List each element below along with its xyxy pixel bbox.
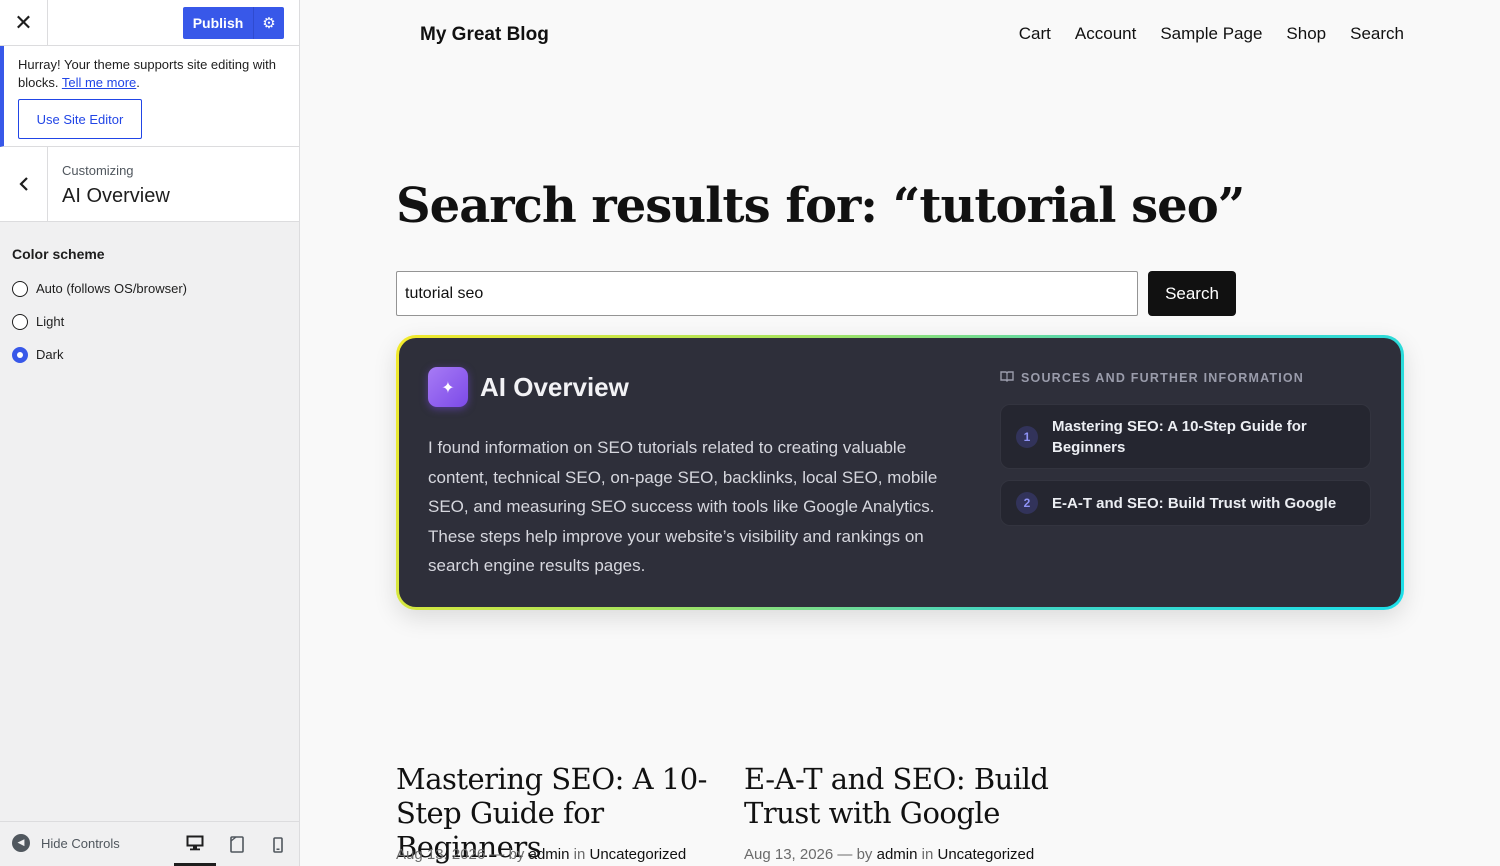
- radio-option-light[interactable]: Light: [12, 305, 287, 338]
- color-scheme-label: Color scheme: [12, 246, 105, 262]
- ai-overview-card: ✦ AI Overview I found information on SEO…: [396, 335, 1404, 610]
- search-results-heading: Search results for: “tutorial seo”: [396, 178, 1245, 234]
- source-number: 2: [1016, 492, 1038, 514]
- main-nav: Cart Account Sample Page Shop Search: [1019, 24, 1404, 44]
- customizing-label: Customizing: [62, 163, 134, 178]
- post-author[interactable]: admin: [529, 846, 570, 863]
- publish-settings-button[interactable]: ⚙: [253, 7, 284, 39]
- site-title[interactable]: My Great Blog: [420, 24, 549, 46]
- ai-overview-card-inner: ✦ AI Overview I found information on SEO…: [399, 338, 1401, 607]
- post-in: in: [573, 846, 586, 863]
- post-date[interactable]: Aug 13, 2026: [396, 846, 485, 863]
- publish-button[interactable]: Publish: [183, 7, 253, 39]
- hide-controls-button[interactable]: ◀ Hide Controls: [12, 834, 120, 852]
- use-site-editor-button[interactable]: Use Site Editor: [18, 99, 142, 139]
- notice-text: Hurray! Your theme supports site editing…: [18, 56, 285, 92]
- tell-me-more-link[interactable]: Tell me more: [62, 75, 136, 90]
- nav-item-search[interactable]: Search: [1350, 24, 1404, 44]
- radio-label: Light: [36, 314, 65, 329]
- preview-mobile-button[interactable]: [257, 822, 299, 866]
- book-icon: [1000, 370, 1014, 386]
- post-by: — by: [489, 846, 525, 863]
- nav-item-account[interactable]: Account: [1075, 24, 1136, 44]
- post-title[interactable]: E-A-T and SEO: Build Trust with Google: [744, 762, 1074, 830]
- post-in: in: [921, 846, 934, 863]
- sparkle-icon: ✦: [428, 367, 468, 407]
- gear-icon: ⚙: [262, 14, 276, 32]
- post-by: — by: [837, 846, 873, 863]
- notice-period: .: [136, 75, 140, 90]
- post-date[interactable]: Aug 13, 2026: [744, 846, 833, 863]
- tablet-icon: [230, 836, 244, 853]
- customizer-footer: ◀ Hide Controls: [0, 821, 299, 866]
- mobile-icon: [273, 836, 283, 853]
- color-scheme-control: Color scheme Auto (follows OS/browser) L…: [0, 222, 299, 371]
- search-button[interactable]: Search: [1148, 271, 1236, 316]
- preview-desktop-button[interactable]: [174, 822, 216, 866]
- radio-dark[interactable]: [12, 346, 28, 363]
- preview-tablet-button[interactable]: [216, 822, 258, 866]
- post-meta: Aug 13, 2026 — by admin in Uncategorized: [744, 846, 1034, 863]
- post-card: E-A-T and SEO: Build Trust with Google: [744, 762, 1074, 830]
- radio-option-auto[interactable]: Auto (follows OS/browser): [12, 272, 287, 305]
- nav-item-shop[interactable]: Shop: [1286, 24, 1326, 44]
- desktop-icon: [186, 835, 204, 850]
- radio-auto[interactable]: [12, 280, 28, 297]
- close-customizer-button[interactable]: ✕: [0, 0, 48, 46]
- sources-heading-text: SOURCES AND FURTHER INFORMATION: [1021, 371, 1305, 385]
- customizer-sidebar: ✕ Publish ⚙ Hurray! Your theme supports …: [0, 0, 300, 866]
- sources-heading: SOURCES AND FURTHER INFORMATION: [1000, 370, 1304, 386]
- source-item-1[interactable]: 1 Mastering SEO: A 10-Step Guide for Beg…: [1000, 404, 1371, 469]
- site-editor-notice: Hurray! Your theme supports site editing…: [0, 46, 299, 147]
- search-input[interactable]: tutorial seo: [396, 271, 1138, 316]
- ai-overview-title: AI Overview: [480, 372, 629, 402]
- source-title: E-A-T and SEO: Build Trust with Google: [1052, 494, 1337, 512]
- post-category[interactable]: Uncategorized: [590, 846, 687, 863]
- close-icon: ✕: [14, 10, 33, 36]
- post-meta: Aug 13, 2026 — by admin in Uncategorized: [396, 846, 686, 863]
- hide-controls-label: Hide Controls: [41, 835, 120, 851]
- back-button[interactable]: [0, 147, 48, 221]
- source-number: 1: [1016, 425, 1038, 448]
- ai-overview-body: I found information on SEO tutorials rel…: [428, 438, 938, 575]
- radio-light[interactable]: [12, 313, 28, 330]
- radio-label: Dark: [36, 347, 64, 362]
- post-category[interactable]: Uncategorized: [938, 846, 1035, 863]
- publish-group: Publish ⚙: [183, 7, 284, 39]
- notice-message: Hurray! Your theme supports site editing…: [18, 57, 276, 90]
- nav-item-cart[interactable]: Cart: [1019, 24, 1051, 44]
- source-title: Mastering SEO: A 10-Step Guide for Begin…: [1052, 417, 1307, 456]
- radio-option-dark[interactable]: Dark: [12, 338, 287, 371]
- customizer-header: ✕ Publish ⚙: [0, 0, 299, 46]
- chevron-left-icon: [18, 177, 28, 191]
- nav-item-sample-page[interactable]: Sample Page: [1160, 24, 1262, 44]
- section-title: AI Overview: [62, 185, 170, 207]
- arrow-left-circle-icon: ◀: [12, 834, 30, 852]
- section-header: Customizing AI Overview: [0, 147, 299, 222]
- site-preview: My Great Blog Cart Account Sample Page S…: [300, 0, 1500, 866]
- radio-label: Auto (follows OS/browser): [36, 281, 187, 296]
- source-item-2[interactable]: 2 E-A-T and SEO: Build Trust with Google: [1000, 480, 1371, 526]
- post-author[interactable]: admin: [877, 846, 918, 863]
